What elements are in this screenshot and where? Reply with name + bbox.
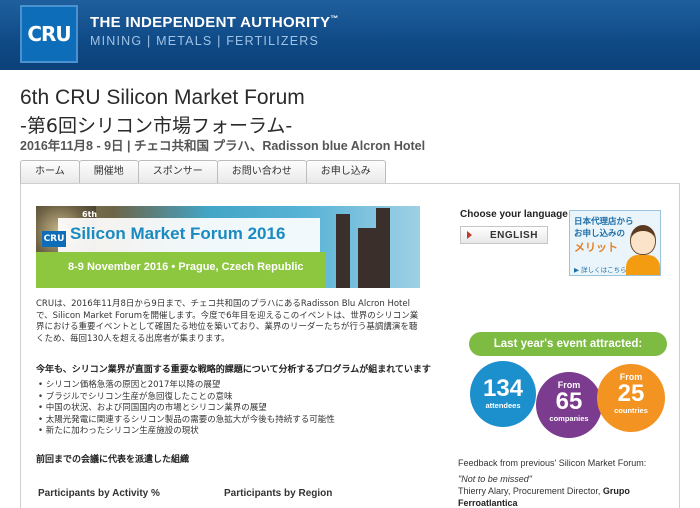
logo-text: CRU [27,22,71,46]
tab-venue[interactable]: 開催地 [78,160,139,183]
agent-illustration [626,255,660,275]
event-date-location: 2016年11月8 - 9日 | チェコ共和国 プラハ、Radisson blu… [20,139,426,153]
countries-value: 25 [617,380,645,407]
agent-line-1: 日本代理店から [574,217,634,227]
church-tower-image [358,228,382,288]
participants-by-region-label: Participants by Region [224,488,333,499]
participants-by-activity-label: Participants by Activity % [38,488,160,499]
companies-stat: From 65 companies [536,372,602,438]
page-title-en: 6th CRU Silicon Market Forum [20,86,305,109]
banner-cru-logo: CRU [42,231,66,247]
language-label: Choose your language [460,209,568,220]
agent-line-3: メリット [574,241,618,254]
countries-stat: From 25 countries [597,364,665,432]
main-nav: ホーム 開催地 スポンサー お問い合わせ お申し込み [20,160,386,183]
tab-home[interactable]: ホーム [20,160,80,183]
banner-date-place: 8-9 November 2016 • Prague, Czech Republ… [68,261,304,273]
last-year-stats-label: Last year's event attracted: [469,332,667,356]
intro-paragraph: CRUは、2016年11月8日から9日まで、チェコ共和国のプラハにあるRadis… [36,299,419,344]
tab-register[interactable]: お申し込み [305,160,386,183]
tab-contact[interactable]: お問い合わせ [216,160,307,183]
testimonial-quote: "Not to be missed" [458,474,532,484]
brand-tagline: THE INDEPENDENT AUTHORITY™ [90,14,339,31]
agent-line-2: お申し込みの [574,229,626,239]
attendees-caption: attendees [485,401,521,410]
companies-value: 65 [555,388,583,415]
testimonial-author-name: Thierry Alary, Procurement Director, [458,486,601,496]
feedback-label: Feedback from previous' Silicon Market F… [458,458,647,468]
list-item: ブラジルでシリコン生産が急回復したことの意味 [38,392,428,404]
agent-details-link[interactable]: ▶ 詳しくはこちら [574,264,627,274]
page-title-jp: -第6回シリコン市場フォーラム- [20,115,293,137]
language-english-button[interactable]: ENGLISH [460,226,548,244]
tab-sponsors[interactable]: スポンサー [137,160,218,183]
church-spire-image [336,214,350,288]
banner-edition: 6th [82,210,98,219]
play-arrow-icon [467,231,472,239]
list-item: 新たに加わったシリコン生産施設の現状 [38,426,428,438]
companies-caption: companies [549,414,589,423]
program-lead: 今年も、シリコン業界が直面する重要な戦略的課題について分析するプログラムが組まれ… [36,365,431,375]
site-header: CRU THE INDEPENDENT AUTHORITY™ MINING | … [0,0,700,70]
testimonial-author: Thierry Alary, Procurement Director, Gru… [458,485,678,508]
program-topics-list: シリコン価格急落の原因と2017年以降の展望 ブラジルでシリコン生産が急回復した… [38,380,428,438]
attendees-value: 134 [482,375,524,402]
countries-caption: countries [614,406,648,415]
brand-sectors: MINING | METALS | FERTILIZERS [90,34,320,48]
agent-face-illustration [630,225,656,255]
japan-agent-banner[interactable]: 日本代理店から お申し込みの メリット ▶ 詳しくはこちら [569,210,661,276]
list-item: 中国の状況、および同国国内の市場とシリコン業界の展望 [38,403,428,415]
attendees-stat: 134 attendees [470,361,536,427]
banner-title: Silicon Market Forum 2016 [70,224,286,243]
list-item: シリコン価格急落の原因と2017年以降の展望 [38,380,428,392]
cru-logo[interactable]: CRU [20,5,78,63]
event-banner: 6th CRU Silicon Market Forum 2016 8-9 No… [36,206,420,288]
past-organizations-heading: 前回までの会議に代表を派遣した組織 [36,455,190,465]
language-button-label: ENGLISH [490,229,538,241]
list-item: 太陽光発電に関連するシリコン製品の需要の急拡大が今後も持続する可能性 [38,415,428,427]
